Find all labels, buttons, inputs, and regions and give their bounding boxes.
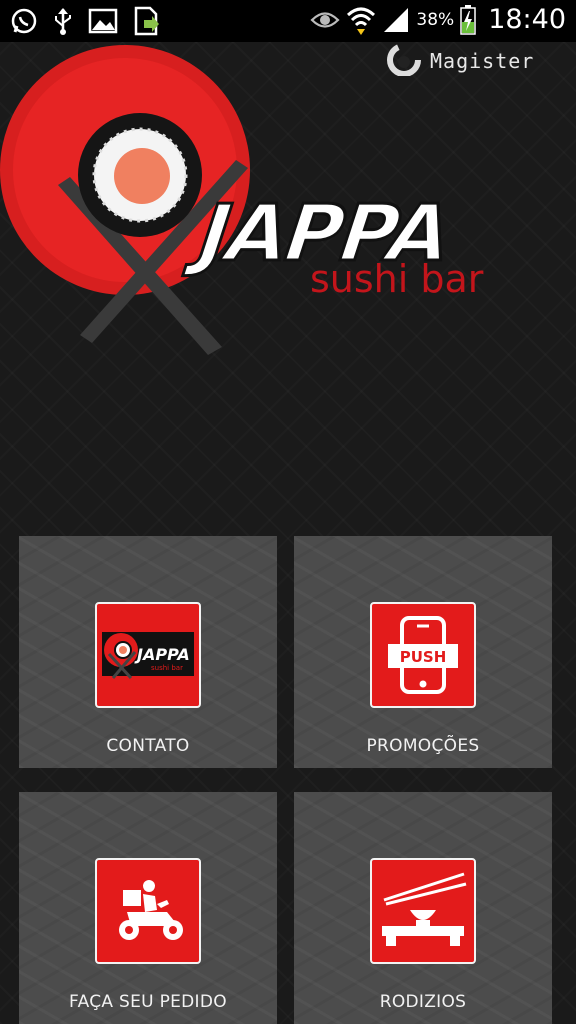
tile-label-faca-seu-pedido: FAÇA SEU PEDIDO xyxy=(69,992,227,1012)
logo-subtitle: sushi bar xyxy=(310,257,484,301)
whatsapp-icon xyxy=(10,7,38,35)
wifi-icon xyxy=(346,5,376,35)
status-bar: 38% 18:40 xyxy=(0,0,576,42)
tile-rodizios[interactable]: RODIZIOS xyxy=(294,792,552,1024)
clock: 18:40 xyxy=(488,4,566,35)
eye-icon xyxy=(310,9,340,31)
tile-label-promocoes: PROMOÇÕES xyxy=(366,736,480,756)
tile-label-rodizios: RODIZIOS xyxy=(379,992,467,1012)
tile-contato[interactable]: JAPPA sushi bar CONTATO xyxy=(19,536,277,768)
mini-logo-title: JAPPA xyxy=(134,645,190,664)
download-file-icon xyxy=(132,6,160,36)
battery-percent: 38% xyxy=(416,9,455,30)
jappa-logo: JAPPA sushi bar xyxy=(0,45,576,355)
delivery-motorbike-icon xyxy=(95,858,201,964)
jappa-logo-icon: JAPPA sushi bar xyxy=(95,602,201,708)
usb-icon xyxy=(52,6,74,36)
battery-icon xyxy=(460,4,476,35)
mini-logo-subtitle: sushi bar xyxy=(151,664,183,672)
tile-promocoes[interactable]: PUSH PROMOÇÕES xyxy=(294,536,552,768)
tile-faca-seu-pedido[interactable]: FAÇA SEU PEDIDO xyxy=(19,792,277,1024)
push-phone-icon: PUSH xyxy=(370,602,476,708)
signal-icon xyxy=(382,6,410,34)
sushi-board-chopsticks-icon xyxy=(370,858,476,964)
push-badge: PUSH xyxy=(400,648,447,666)
tile-label-contato: CONTATO xyxy=(106,736,190,756)
image-icon xyxy=(88,8,118,34)
